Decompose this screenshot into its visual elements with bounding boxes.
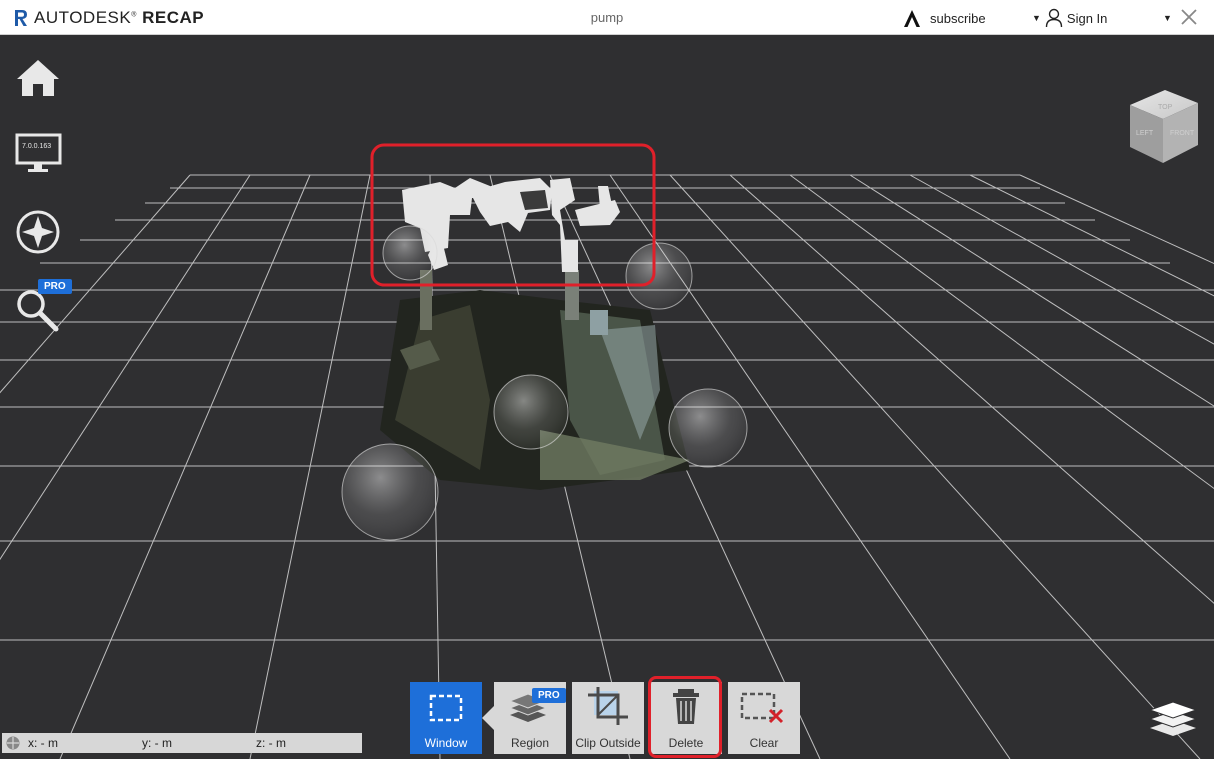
clip-outside-button[interactable]: Clip Outside	[572, 682, 644, 754]
subscribe-button[interactable]: subscribe	[902, 8, 986, 28]
chevron-down-icon: ▼	[1032, 13, 1041, 23]
signin-label: Sign In	[1066, 10, 1108, 26]
region-pro-badge: PRO	[532, 688, 566, 703]
delete-button[interactable]: Delete	[650, 682, 722, 754]
close-icon[interactable]	[1178, 6, 1200, 28]
window-select-button[interactable]: Window	[410, 682, 482, 754]
user-icon	[1045, 8, 1063, 28]
clear-button[interactable]: Clear	[728, 682, 800, 754]
recap-r-icon	[15, 10, 27, 26]
trash-icon	[673, 689, 699, 724]
viewcube-front-label: FRONT	[1170, 130, 1195, 137]
viewcube-top-label: TOP	[1158, 104, 1173, 111]
clear-label: Clear	[749, 736, 779, 750]
subscribe-label: subscribe	[930, 10, 986, 26]
window-select-icon	[429, 694, 463, 722]
version-label: 7.0.0.163	[22, 143, 52, 150]
chevron-left-icon	[482, 706, 494, 730]
compass-icon[interactable]	[14, 208, 64, 258]
clear-selection-icon	[740, 692, 784, 724]
3d-viewport[interactable]: 7.0.0.163 PRO TOP LEFT FRONT x: - m y: -…	[0, 35, 1214, 759]
brand-name: AUTODESK® RECAP	[34, 8, 205, 27]
viewcube-left-label: LEFT	[1136, 130, 1154, 137]
monitor-icon	[15, 133, 62, 172]
app-logo: AUTODESK® RECAP	[14, 7, 204, 29]
search-tool[interactable]: PRO	[14, 279, 72, 333]
x-coordinate: x: - m	[28, 736, 58, 750]
version-monitor[interactable]: 7.0.0.163	[14, 131, 64, 181]
title-bar: AUTODESK® RECAP pump subscribe ▼ Sign In…	[0, 0, 1214, 35]
signin-button[interactable]: ▼ Sign In	[1032, 8, 1107, 28]
layers-icon[interactable]	[1146, 698, 1200, 740]
crop-icon	[588, 687, 628, 725]
pro-badge: PRO	[38, 279, 72, 294]
region-label: Region	[510, 736, 550, 750]
clip-outside-label: Clip Outside	[575, 736, 641, 750]
autodesk-a-icon	[904, 10, 920, 27]
window-label: Window	[424, 736, 468, 750]
coordinates-readout: x: - m y: - m z: - m	[2, 733, 362, 753]
menu-chevron-icon[interactable]: ▼	[1163, 13, 1172, 23]
z-coordinate: z: - m	[256, 736, 286, 750]
viewcube[interactable]: TOP LEFT FRONT	[1120, 85, 1200, 165]
y-coordinate: y: - m	[142, 736, 172, 750]
region-select-button[interactable]: PRO Region	[494, 682, 566, 754]
home-icon[interactable]	[14, 54, 64, 104]
delete-label: Delete	[668, 736, 704, 750]
scene-canvas	[0, 143, 1214, 759]
crosshair-icon	[6, 736, 20, 750]
